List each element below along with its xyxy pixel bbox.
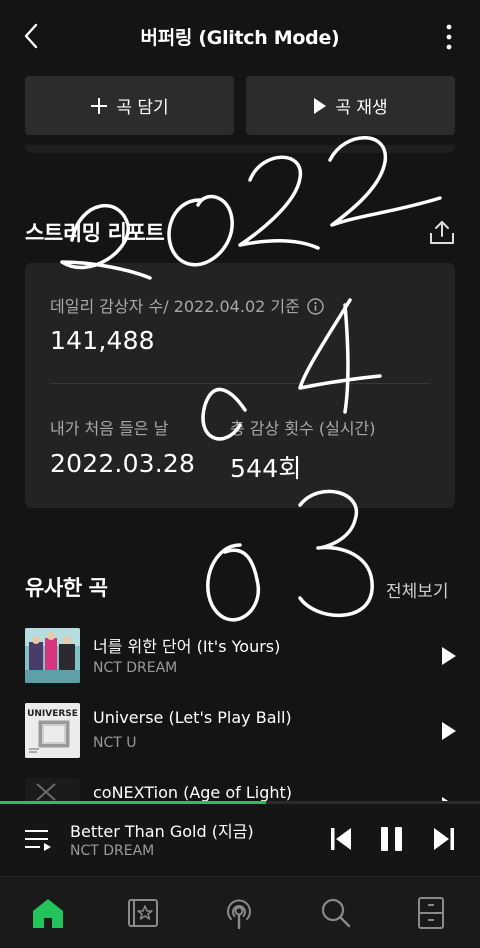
skip-previous-icon[interactable] [330, 826, 352, 852]
daily-listeners-value: 141,488 [50, 326, 155, 355]
plus-icon [91, 97, 108, 114]
album-art [25, 628, 80, 683]
bottom-navigation [0, 876, 480, 948]
daily-listeners-label: 데일리 감상자 수/ 2022.04.02 기준 [50, 293, 324, 317]
vertical-dots-icon[interactable] [444, 24, 454, 50]
track-row[interactable]: UNIVERSE Universe (Let's Play Ball) NCT … [25, 703, 465, 759]
first-listen-value: 2022.03.28 [50, 449, 196, 478]
info-icon[interactable] [307, 298, 324, 315]
header-bar: 버퍼링 (Glitch Mode) [0, 0, 480, 72]
track-title: 너를 위한 단어 (It's Yours) [93, 637, 281, 656]
album-art-text: UNIVERSE [27, 709, 78, 719]
play-song-label: 곡 재생 [335, 98, 388, 118]
chevron-left-icon[interactable] [20, 22, 44, 50]
add-song-label: 곡 담기 [116, 98, 169, 118]
track-row[interactable]: 너를 위한 단어 (It's Yours) NCT DREAM [25, 628, 465, 684]
podcast-icon[interactable] [221, 895, 257, 931]
skip-next-icon[interactable] [433, 826, 455, 852]
similar-songs-title: 유사한 곡 [25, 576, 108, 600]
play-icon[interactable] [441, 721, 457, 741]
track-artist: NCT DREAM [93, 660, 178, 676]
mini-player[interactable]: Better Than Gold (지금) NCT DREAM [0, 804, 480, 876]
total-plays-label: 총 감상 횟수 (실시간) [230, 419, 376, 438]
queue-list-icon[interactable] [24, 827, 52, 853]
play-icon[interactable] [441, 646, 457, 666]
album-art: UNIVERSE [25, 703, 80, 758]
first-listen-label: 내가 처음 들은 날 [50, 419, 169, 438]
add-song-button[interactable]: 곡 담기 [25, 76, 234, 135]
track-row[interactable]: coNEXTion (Age of Light) [25, 778, 465, 801]
track-title: coNEXTion (Age of Light) [93, 783, 293, 801]
track-artist: NCT U [93, 735, 137, 751]
section-divider [25, 145, 455, 153]
page-title: 버퍼링 (Glitch Mode) [140, 26, 340, 49]
search-icon[interactable] [317, 895, 353, 931]
album-art [25, 778, 80, 801]
streaming-report-card: 데일리 감상자 수/ 2022.04.02 기준 141,488 내가 처음 들… [25, 263, 455, 508]
pause-icon[interactable] [380, 826, 404, 852]
now-playing-title: Better Than Gold (지금) [70, 822, 254, 841]
play-song-button[interactable]: 곡 재생 [246, 76, 455, 135]
now-playing-artist: NCT DREAM [70, 843, 155, 859]
streaming-report-title: 스트리밍 리포트 [25, 221, 165, 245]
card-divider [50, 383, 430, 384]
share-icon[interactable] [428, 218, 456, 246]
see-all-link[interactable]: 전체보기 [386, 577, 449, 602]
play-icon [314, 97, 327, 114]
daily-listeners-label-text: 데일리 감상자 수/ 2022.04.02 기준 [50, 297, 300, 316]
storage-icon[interactable] [413, 895, 449, 931]
total-plays-value: 544회 [230, 454, 302, 483]
home-icon[interactable] [30, 895, 66, 931]
track-title: Universe (Let's Play Ball) [93, 708, 292, 727]
library-icon[interactable] [125, 895, 161, 931]
